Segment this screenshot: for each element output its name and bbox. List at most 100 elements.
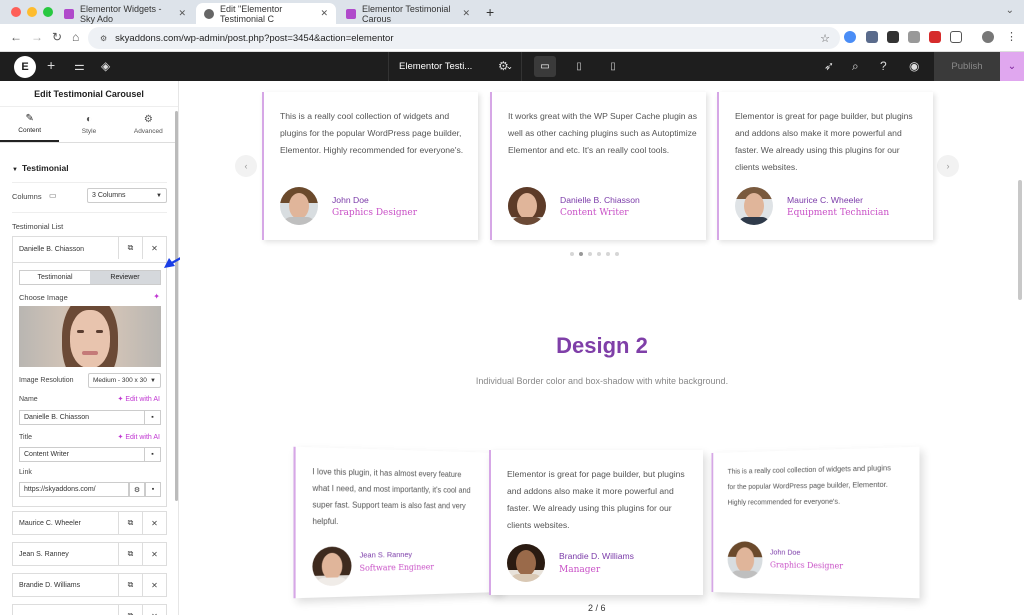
site-settings-icon[interactable]: ⚌ [74, 59, 85, 73]
profile-avatar[interactable] [982, 31, 994, 43]
dynamic-tags-icon[interactable]: ▪ [144, 411, 160, 424]
preview-eye-icon[interactable]: ◉ [909, 59, 919, 73]
repeater-item-open[interactable]: Danielle B. Chiasson ⧉ ✕ [12, 236, 167, 263]
url-input[interactable]: ⚙ skyaddons.com/wp-admin/post.php?post=3… [88, 27, 840, 49]
carousel-next-arrow-icon[interactable]: › [937, 155, 959, 177]
dynamic-tags-icon[interactable]: ▪ [144, 448, 160, 461]
bookmark-star-icon[interactable]: ☆ [820, 32, 830, 45]
remove-icon[interactable]: ✕ [142, 512, 166, 534]
testimonial-section-header[interactable]: ▼ Testimonial [12, 163, 69, 173]
mobile-view-button[interactable]: ▯ [602, 56, 624, 77]
help-icon[interactable]: ? [880, 59, 887, 73]
extension-icon[interactable] [929, 31, 941, 43]
tab-reviewer[interactable]: Reviewer [90, 271, 160, 284]
tab-advanced[interactable]: ⚙ Advanced [119, 107, 178, 142]
dynamic-tags-icon[interactable]: ▪ [145, 482, 161, 497]
pagination-dot[interactable] [606, 252, 610, 256]
close-tab-icon[interactable]: ✕ [320, 8, 328, 19]
publish-options-chevron-icon[interactable]: ⌄ [1000, 52, 1024, 81]
link-input[interactable]: https://skyaddons.com/ [19, 482, 129, 497]
repeater-item[interactable]: Maurice C. Wheeler ⧉ ✕ [12, 511, 167, 535]
home-icon[interactable]: ⌂ [72, 30, 79, 44]
shirt-shape [315, 577, 349, 587]
browser-menu-icon[interactable]: ⋮ [1006, 30, 1017, 43]
tab-search-chevron-icon[interactable]: ⌄ [1006, 5, 1014, 16]
remove-icon[interactable]: ✕ [142, 543, 166, 565]
panel-title: Edit Testimonial Carousel [0, 81, 178, 107]
notifications-rocket-icon[interactable]: ➶ [824, 59, 834, 73]
search-icon[interactable]: ⌕ [852, 59, 859, 74]
repeater-item[interactable]: Brandie D. Williams ⧉ ✕ [12, 573, 167, 597]
reviewer-image-preview[interactable] [19, 306, 161, 367]
face-shape [735, 547, 755, 573]
image-resolution-select[interactable]: Medium - 300 x 30 ▼ [88, 373, 161, 388]
elementor-top-bar: E + ⚌ ◈ Elementor Testi... ⌄ ⚙ ▭ ▯ ▯ ➶ ⌕… [0, 52, 1024, 81]
duplicate-icon[interactable]: ⧉ [118, 605, 142, 615]
columns-select[interactable]: 3 Columns ▼ [87, 188, 167, 203]
extension-icon[interactable] [844, 31, 856, 43]
divider [12, 212, 167, 213]
reviewer-title: Graphics Designer [332, 208, 418, 218]
desktop-responsive-icon[interactable]: ▭ [49, 191, 57, 200]
link-options-gear-icon[interactable]: ⚙ [129, 482, 145, 497]
chevron-down-icon: ▼ [156, 192, 162, 199]
page-preview-canvas: ‹ › This is a really cool collection of … [180, 81, 1024, 615]
remove-icon[interactable]: ✕ [142, 574, 166, 596]
pagination-dot[interactable] [597, 252, 601, 256]
shirt-shape [510, 574, 542, 582]
extension-icon[interactable] [908, 31, 920, 43]
site-info-icon[interactable]: ⚙ [100, 34, 107, 43]
remove-icon[interactable]: ✕ [142, 605, 166, 615]
close-tab-icon[interactable]: ✕ [178, 8, 186, 19]
tablet-view-button[interactable]: ▯ [568, 56, 590, 77]
elementor-logo-icon[interactable]: E [14, 56, 36, 78]
repeater-item-partial[interactable]: ⧉ ✕ [12, 604, 167, 615]
carousel-prev-arrow-icon[interactable]: ‹ [235, 155, 257, 177]
add-element-icon[interactable]: + [47, 57, 55, 73]
editor-panel: Edit Testimonial Carousel ✎ Content ◐ St… [0, 81, 179, 615]
reload-icon[interactable]: ↻ [52, 30, 62, 44]
divider [12, 182, 167, 183]
panel-scrollbar[interactable] [175, 111, 178, 501]
structure-layers-icon[interactable]: ◈ [101, 59, 110, 73]
maximize-window-button[interactable] [43, 7, 53, 17]
duplicate-icon[interactable]: ⧉ [118, 512, 142, 534]
edit-with-ai-link[interactable]: ✦ Edit with AI [118, 395, 160, 403]
duplicate-icon[interactable]: ⧉ [118, 543, 142, 565]
pagination-dot[interactable] [615, 252, 619, 256]
close-tab-icon[interactable]: ✕ [462, 8, 470, 19]
page-settings-gear-icon[interactable]: ⚙ [498, 59, 509, 73]
chevron-down-icon: ▼ [150, 377, 156, 384]
tab-content[interactable]: ✎ Content [0, 107, 60, 142]
sky-addons-favicon-icon [64, 8, 74, 19]
pagination-dot[interactable] [570, 252, 574, 256]
extension-icon[interactable] [887, 31, 899, 43]
new-tab-button[interactable]: + [486, 4, 494, 20]
duplicate-icon[interactable]: ⧉ [118, 237, 142, 259]
address-bar-row: ← → ↻ ⌂ ⚙ skyaddons.com/wp-admin/post.ph… [0, 24, 1024, 52]
name-input[interactable]: Danielle B. Chiasson ▪ [19, 410, 161, 425]
reviewer-title: Equipment Technician [787, 208, 890, 218]
close-window-button[interactable] [11, 7, 21, 17]
publish-button[interactable]: Publish [934, 52, 1000, 81]
repeater-item[interactable]: Jean S. Ranney ⧉ ✕ [12, 542, 167, 566]
browser-tab-1[interactable]: Elementor Widgets - Sky Ado ✕ [56, 3, 194, 24]
canvas-scrollbar[interactable] [1018, 180, 1022, 300]
extension-shield-icon[interactable] [866, 31, 878, 43]
title-input[interactable]: Content Writer ▪ [19, 447, 161, 462]
tab-style[interactable]: ◐ Style [59, 107, 118, 142]
browser-tab-3[interactable]: Elementor Testimonial Carous ✕ [338, 3, 478, 24]
ai-sparkle-icon[interactable]: ✦ [153, 292, 160, 301]
tab-testimonial[interactable]: Testimonial [20, 271, 90, 284]
browser-tab-2[interactable]: Edit "Elementor Testimonial C ✕ [196, 3, 336, 24]
pagination-dot[interactable] [588, 252, 592, 256]
edit-with-ai-link[interactable]: ✦ Edit with AI [118, 433, 160, 441]
pagination-dot-active[interactable] [579, 252, 583, 256]
desktop-view-button[interactable]: ▭ [534, 56, 556, 77]
minimize-window-button[interactable] [27, 7, 37, 17]
shirt-shape [511, 217, 543, 225]
duplicate-icon[interactable]: ⧉ [118, 574, 142, 596]
back-arrow-icon[interactable]: ← [10, 30, 22, 44]
puzzle-extensions-icon[interactable] [950, 31, 962, 43]
forward-arrow-icon[interactable]: → [31, 30, 43, 44]
